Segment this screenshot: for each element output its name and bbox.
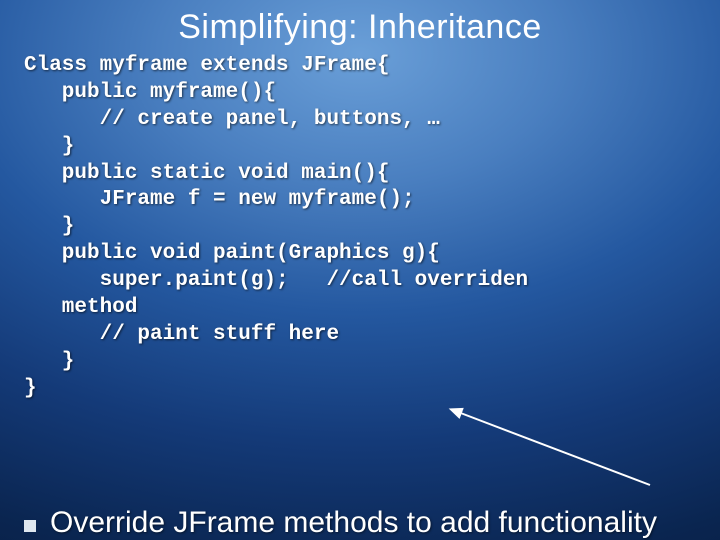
code-line: super.paint(g); //call overriden	[24, 269, 528, 292]
bullet-item: Override JFrame methods to add functiona…	[24, 506, 700, 540]
code-line: method	[24, 296, 137, 319]
code-line: Class myframe extends JFrame{	[24, 54, 389, 77]
code-block: Class myframe extends JFrame{ public myf…	[0, 53, 720, 402]
code-line: // create panel, buttons, …	[24, 108, 440, 131]
bullet-text: Override JFrame methods to add functiona…	[50, 506, 657, 540]
code-line: }	[24, 215, 74, 238]
slide-title: Simplifying: Inheritance	[0, 0, 720, 53]
code-line: }	[24, 377, 37, 400]
code-line: public void paint(Graphics g){	[24, 242, 440, 265]
slide: Simplifying: Inheritance Class myframe e…	[0, 0, 720, 540]
bullet-icon	[24, 520, 36, 532]
code-line: }	[24, 135, 74, 158]
arrow-icon	[440, 400, 670, 500]
code-line: JFrame f = new myframe();	[24, 188, 415, 211]
code-line: }	[24, 350, 74, 373]
code-line: public static void main(){	[24, 162, 389, 185]
code-line: public myframe(){	[24, 81, 276, 104]
code-line: // paint stuff here	[24, 323, 339, 346]
